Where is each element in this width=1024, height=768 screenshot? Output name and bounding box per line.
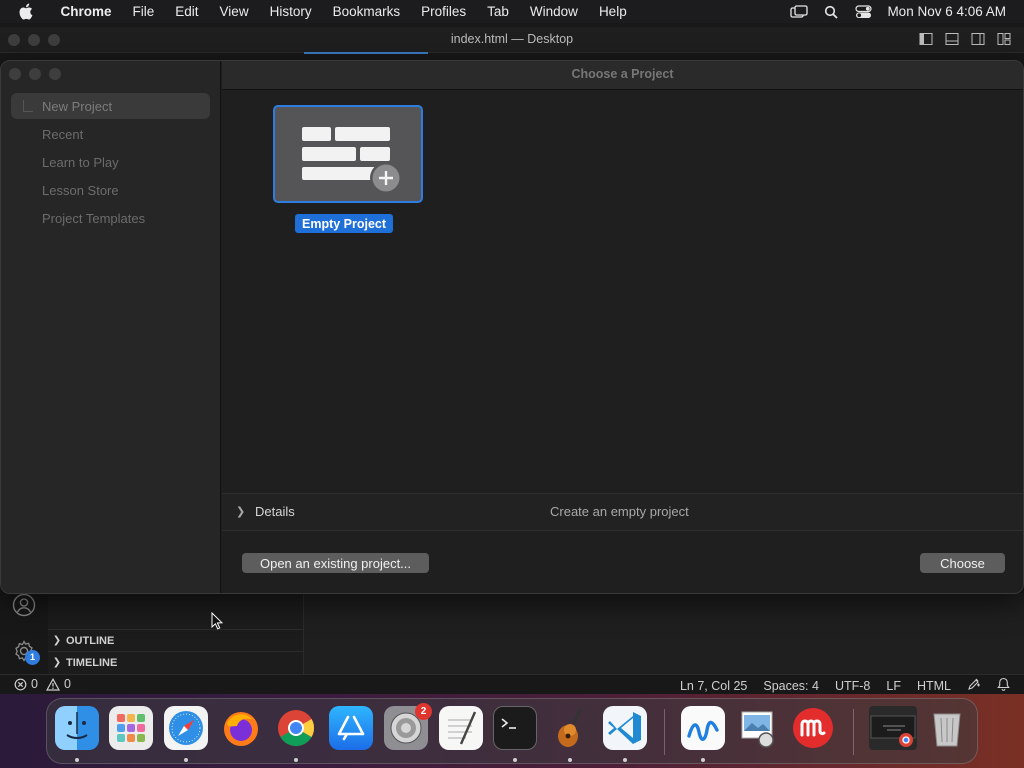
spotlight-search-icon[interactable] bbox=[822, 4, 840, 20]
new-project-icon bbox=[23, 100, 33, 112]
sidebar-item-project-templates[interactable]: Project Templates bbox=[11, 205, 210, 231]
sidebar-item-label: Recent bbox=[42, 126, 84, 142]
outline-section[interactable]: ❯ OUTLINE bbox=[48, 629, 304, 651]
project-main: Choose a Project Empty Project ❯ Details… bbox=[222, 61, 1023, 593]
menu-profiles[interactable]: Profiles bbox=[411, 4, 477, 19]
open-existing-project-button[interactable]: Open an existing project... bbox=[242, 553, 429, 573]
freeform-icon[interactable] bbox=[681, 706, 725, 750]
timeline-label: TIMELINE bbox=[66, 656, 118, 669]
menu-window[interactable]: Window bbox=[519, 4, 588, 19]
editor-area[interactable] bbox=[304, 593, 1024, 675]
warning-icon bbox=[45, 677, 60, 691]
preview-icon[interactable] bbox=[736, 706, 780, 750]
apple-icon[interactable] bbox=[18, 3, 36, 21]
status-bar: 0 0 Ln 7, Col 25 Spaces: 4 UTF-8 LF HTML bbox=[0, 674, 1024, 694]
details-label: Details bbox=[255, 504, 295, 519]
sidebar-item-new-project[interactable]: New Project bbox=[11, 93, 210, 119]
menu-tab[interactable]: Tab bbox=[477, 4, 520, 19]
menu-clock[interactable]: Mon Nov 6 4:06 AM bbox=[887, 4, 1006, 19]
details-disclosure[interactable]: ❯ Details Create an empty project bbox=[222, 493, 1023, 531]
empty-project-template[interactable] bbox=[273, 105, 423, 203]
active-tab-indicator bbox=[304, 52, 428, 54]
copilot-icon[interactable] bbox=[967, 677, 981, 694]
manage-badge: 1 bbox=[25, 650, 40, 665]
finder-icon[interactable] bbox=[55, 706, 99, 750]
menu-history[interactable]: History bbox=[259, 4, 322, 19]
vscode-title-bar: index.html — Desktop bbox=[0, 27, 1024, 53]
accounts-icon[interactable] bbox=[12, 593, 36, 622]
details-description: Create an empty project bbox=[550, 504, 689, 519]
outline-label: OUTLINE bbox=[66, 634, 115, 647]
customize-layout-icon[interactable] bbox=[996, 31, 1012, 47]
trash-icon[interactable] bbox=[925, 706, 969, 750]
choose-button[interactable]: Choose bbox=[920, 553, 1005, 573]
menu-view[interactable]: View bbox=[209, 4, 259, 19]
problems-indicator[interactable]: 0 0 bbox=[14, 677, 71, 691]
chooser-title: Choose a Project bbox=[222, 61, 1023, 90]
dock: 2 bbox=[46, 698, 978, 764]
minimize-button[interactable] bbox=[29, 68, 41, 80]
bell-icon[interactable] bbox=[997, 677, 1010, 694]
chevron-right-icon: ❯ bbox=[236, 506, 246, 518]
menu-help[interactable]: Help bbox=[588, 4, 637, 19]
empty-project-label[interactable]: Empty Project bbox=[295, 214, 394, 233]
zoom-button[interactable] bbox=[49, 68, 61, 80]
choose-project-window: New Project Recent Learn to Play Lesson … bbox=[0, 60, 1024, 594]
sidebar-item-label: New Project bbox=[42, 98, 113, 114]
indentation[interactable]: Spaces: 4 bbox=[763, 679, 819, 693]
vscode-window-title: index.html — Desktop bbox=[450, 32, 574, 46]
project-sidebar: New Project Recent Learn to Play Lesson … bbox=[1, 61, 221, 593]
end-of-line[interactable]: LF bbox=[886, 679, 901, 693]
launchpad-icon[interactable] bbox=[109, 706, 153, 750]
terminal-icon[interactable] bbox=[493, 706, 537, 750]
firefox-icon[interactable] bbox=[219, 706, 263, 750]
language-mode[interactable]: HTML bbox=[917, 679, 951, 693]
error-icon bbox=[14, 678, 27, 690]
toggle-secondary-sidebar-icon[interactable] bbox=[970, 31, 986, 47]
empty-project-icon bbox=[302, 127, 402, 194]
vscode-icon[interactable] bbox=[603, 706, 647, 750]
sidebar-item-lesson-store[interactable]: Lesson Store bbox=[11, 177, 210, 203]
settings-badge: 2 bbox=[415, 703, 432, 720]
chevron-right-icon: ❯ bbox=[52, 657, 62, 668]
menu-bar: Chrome File Edit View History Bookmarks … bbox=[0, 0, 1024, 23]
cursor-position[interactable]: Ln 7, Col 25 bbox=[680, 679, 747, 693]
encoding[interactable]: UTF-8 bbox=[835, 679, 870, 693]
error-count: 0 bbox=[31, 677, 38, 691]
close-button[interactable] bbox=[9, 68, 21, 80]
chevron-right-icon: ❯ bbox=[52, 635, 62, 646]
menu-bookmarks[interactable]: Bookmarks bbox=[322, 4, 411, 19]
activity-bar: 1 bbox=[0, 593, 48, 675]
control-center-icon[interactable] bbox=[854, 4, 872, 20]
toggle-panel-icon[interactable] bbox=[944, 31, 960, 47]
chrome-icon[interactable] bbox=[274, 706, 318, 750]
warning-count: 0 bbox=[63, 677, 71, 691]
mela-icon[interactable] bbox=[791, 706, 835, 750]
timeline-section[interactable]: ❯ TIMELINE bbox=[48, 651, 304, 673]
sidebar-item-label: Lesson Store bbox=[42, 182, 119, 198]
menu-file[interactable]: File bbox=[122, 4, 165, 19]
screen-mirroring-icon[interactable] bbox=[790, 4, 809, 20]
sidebar-item-learn-to-play[interactable]: Learn to Play bbox=[11, 149, 210, 175]
garageband-icon[interactable] bbox=[548, 706, 592, 750]
safari-icon[interactable] bbox=[164, 706, 208, 750]
menu-app-name[interactable]: Chrome bbox=[50, 4, 122, 19]
toggle-primary-sidebar-icon[interactable] bbox=[918, 31, 934, 47]
explorer-panel: ❯ OUTLINE ❯ TIMELINE bbox=[48, 593, 304, 675]
sidebar-item-label: Learn to Play bbox=[42, 154, 119, 170]
mouse-pointer-icon bbox=[211, 611, 224, 635]
textedit-icon[interactable] bbox=[439, 706, 483, 750]
app-store-icon[interactable] bbox=[329, 706, 373, 750]
sidebar-item-label: Project Templates bbox=[42, 210, 146, 226]
chooser-window-controls[interactable] bbox=[9, 68, 61, 80]
sidebar-item-recent[interactable]: Recent bbox=[11, 121, 210, 147]
menu-edit[interactable]: Edit bbox=[165, 4, 209, 19]
minimized-chrome-window[interactable] bbox=[869, 706, 917, 750]
